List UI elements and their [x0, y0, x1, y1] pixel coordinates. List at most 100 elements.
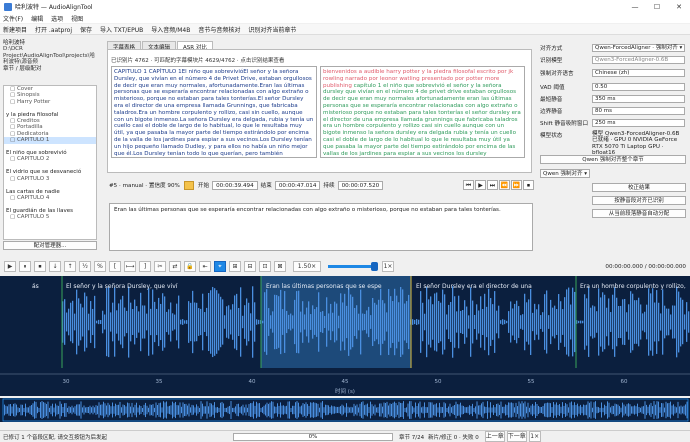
waveform-bar	[530, 288, 532, 356]
duration-field[interactable]: 00:00:07.520	[337, 180, 384, 190]
waveform-view[interactable]: ás El señor y la señora Dursley, que viví…	[0, 276, 690, 396]
waveform-bar	[506, 320, 508, 324]
overview-bar	[494, 407, 496, 413]
wave-tool-button[interactable]: 🔒	[184, 261, 196, 272]
menu-options[interactable]: 选项	[51, 14, 63, 23]
wave-tool-button[interactable]: [	[109, 261, 121, 272]
open-project-button[interactable]: 打开 .aatproj	[35, 25, 72, 34]
wave-tool-button[interactable]: ⟼	[124, 261, 136, 272]
waveform-bar	[642, 313, 644, 331]
check-chapter-button[interactable]: 音节与音频核对	[198, 25, 240, 34]
wave-tool-button[interactable]: ]	[139, 261, 151, 272]
zoom-slider[interactable]	[328, 262, 378, 271]
overview-bar	[574, 402, 575, 418]
chapter-item[interactable]: ▢ CAPITULO 5	[4, 214, 96, 220]
align-mode-dropdown[interactable]: Qwen 强制对齐 ▾	[540, 169, 590, 178]
rewind-icon[interactable]: ⏪	[499, 180, 510, 190]
wave-tool-button[interactable]: ✂	[154, 261, 166, 272]
wave-tool-button[interactable]: ½	[79, 261, 91, 272]
wave-tool-button[interactable]: ⊞	[229, 261, 241, 272]
new-project-button[interactable]: 新建项目	[3, 25, 27, 34]
realign-silence-button[interactable]: 按静音段对齐已识别	[592, 196, 686, 205]
overview-bar	[217, 407, 218, 413]
wave-tool-button[interactable]: ⏹	[34, 261, 46, 272]
waveform-bar	[332, 312, 334, 332]
language-select[interactable]: Chinese (zh)	[592, 68, 685, 77]
wave-tool-button[interactable]: ↓	[49, 261, 61, 272]
close-button[interactable]: ✕	[668, 3, 690, 11]
waveform-svg[interactable]: ás El señor y la señora Dursley, que viví…	[0, 276, 690, 396]
wave-tool-button[interactable]: ⏸	[19, 261, 31, 272]
import-text-button[interactable]: 导入 TXT/EPUB	[100, 25, 143, 34]
auto-assign-button[interactable]: 从当前段落静音自动分配	[592, 209, 686, 218]
model-field[interactable]: Qwen3-ForcedAligner-0.6B	[592, 55, 685, 64]
menu-edit[interactable]: 编辑	[31, 14, 43, 23]
play-icon[interactable]: ▶	[475, 180, 486, 190]
stop-icon[interactable]: ⏹	[523, 180, 534, 190]
overview-bar	[677, 401, 679, 419]
overview-bar	[133, 407, 134, 413]
overview-bar	[641, 406, 643, 414]
time-tick-label: 30	[63, 379, 70, 385]
end-time-field[interactable]: 00:00:47.014	[274, 180, 321, 190]
asr-text-box[interactable]: bienvenidos a audible harry potter y la …	[320, 66, 525, 158]
overview-bar	[617, 404, 619, 416]
waveform-bar	[142, 305, 144, 339]
waveform-bar	[308, 301, 310, 343]
minimize-button[interactable]: —	[624, 3, 646, 11]
speed-select[interactable]: 1.50×	[293, 261, 321, 272]
menu-file[interactable]: 文件(F)	[3, 14, 23, 23]
waveform-bar	[512, 308, 514, 336]
edge-silence-input[interactable]: 80 ms	[592, 106, 685, 115]
wave-tool-button[interactable]: ▶	[4, 261, 16, 272]
wave-tool-button[interactable]: ⇄	[169, 261, 181, 272]
lock-icon[interactable]	[183, 180, 194, 190]
min-silence-input[interactable]: 350 ms	[592, 94, 685, 103]
waveform-bar	[630, 291, 632, 353]
wave-tool-button[interactable]: ⌖	[214, 261, 226, 272]
source-text-box[interactable]: CAPITULO 1 CAPÍTULO 1El niño que sobrevi…	[111, 66, 317, 158]
waveform-bar	[620, 305, 622, 339]
skip-back-icon[interactable]: ⏮	[463, 180, 474, 190]
wave-tool-button[interactable]: ⊡	[259, 261, 271, 272]
wave-tool-button[interactable]: ⇤	[199, 261, 211, 272]
overview-bar	[46, 404, 47, 416]
start-time-field[interactable]: 00:00:39.494	[212, 180, 258, 190]
overview-bar	[283, 405, 284, 415]
waveform-bar	[354, 307, 356, 337]
wave-tool-button[interactable]: ⊠	[274, 261, 286, 272]
chapter-list[interactable]: ▢ Cover ▢ Sinopsis ▢ Harry Potter y la pie…	[3, 85, 97, 240]
overview-bar	[631, 406, 632, 414]
status-zoom[interactable]: 1×	[528, 431, 541, 442]
segment-text-editor[interactable]: Eran las últimas personas que se esperar…	[109, 203, 533, 251]
wave-tool-button[interactable]: %	[94, 261, 106, 272]
prev-chapter-button[interactable]: 上一章	[484, 431, 505, 442]
wave-tool-button[interactable]: ↑	[64, 261, 76, 272]
skip-forward-icon[interactable]: ⏭	[487, 180, 498, 190]
menu-view[interactable]: 视图	[71, 14, 83, 23]
overview-bar	[67, 407, 68, 413]
align-mode-select[interactable]: Qwen-ForcedAligner · 强制对齐 ▾	[592, 43, 685, 52]
zoom-level[interactable]: 1×	[382, 261, 394, 272]
overview-waveform[interactable]	[0, 398, 690, 422]
maximize-button[interactable]: ☐	[646, 3, 668, 11]
align-chapter-button[interactable]: 识别对齐当前章节	[248, 25, 296, 34]
next-chapter-button[interactable]: 下一章	[506, 431, 527, 442]
status-message: 已修订 1 个音段区配, 请交互按钮为后发起	[3, 434, 107, 441]
config-manager-button[interactable]: 配对管理器...	[3, 241, 97, 250]
slider-handle[interactable]	[371, 262, 378, 271]
overview-bar	[421, 407, 422, 413]
waveform-bar	[498, 305, 500, 339]
overview-bar	[418, 403, 419, 417]
check-result-button[interactable]: 校正结果	[592, 183, 686, 192]
align-chapter-qwen-button[interactable]: Qwen 强制对齐整个章节	[540, 155, 686, 164]
wave-tool-button[interactable]: ⊟	[244, 261, 256, 272]
waveform-bar	[92, 308, 94, 336]
shift-window-input[interactable]: 250 ms	[592, 118, 685, 127]
fast-forward-icon[interactable]: ⏩	[511, 180, 522, 190]
vad-input[interactable]: 0.50	[592, 82, 685, 91]
overview-bar	[458, 404, 460, 416]
save-button[interactable]: 保存	[80, 25, 92, 34]
import-audio-button[interactable]: 导入音频/M4B	[151, 25, 190, 34]
waveform-bar	[102, 310, 104, 334]
